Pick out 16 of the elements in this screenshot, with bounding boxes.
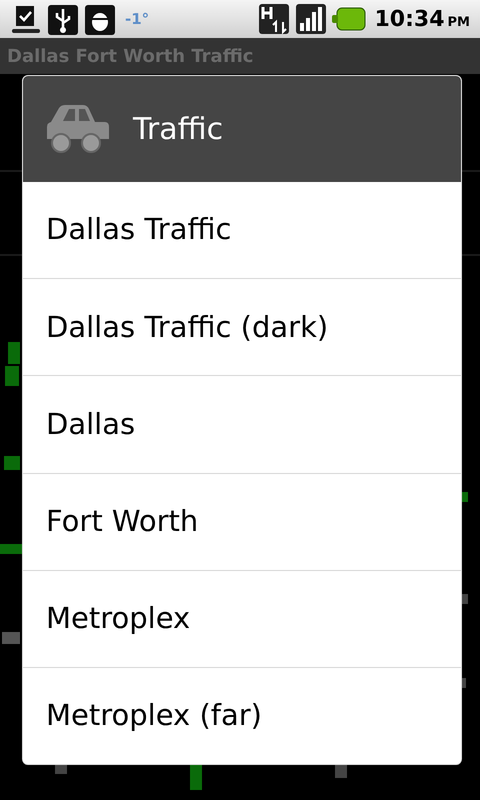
temperature-label: -1° bbox=[125, 8, 150, 30]
clock-period: PM bbox=[448, 14, 470, 32]
clock-time: 10:34 bbox=[374, 6, 445, 34]
list-item[interactable]: Dallas Traffic (dark) bbox=[23, 278, 461, 376]
list-item[interactable]: Metroplex bbox=[23, 570, 461, 667]
list-item[interactable]: Metroplex (far) bbox=[23, 666, 461, 764]
list-item[interactable]: Fort Worth bbox=[23, 472, 461, 570]
usb-icon bbox=[47, 3, 79, 35]
app-title: Dallas Fort Worth Traffic bbox=[7, 44, 254, 68]
data-arrows-icon bbox=[258, 3, 290, 35]
dialog-title: Traffic bbox=[133, 110, 224, 148]
battery-icon bbox=[332, 7, 366, 31]
list-item[interactable]: Dallas bbox=[23, 375, 461, 473]
signal-icon bbox=[294, 3, 326, 35]
download-done-icon bbox=[10, 3, 42, 35]
list-item[interactable]: Dallas Traffic bbox=[23, 182, 461, 278]
